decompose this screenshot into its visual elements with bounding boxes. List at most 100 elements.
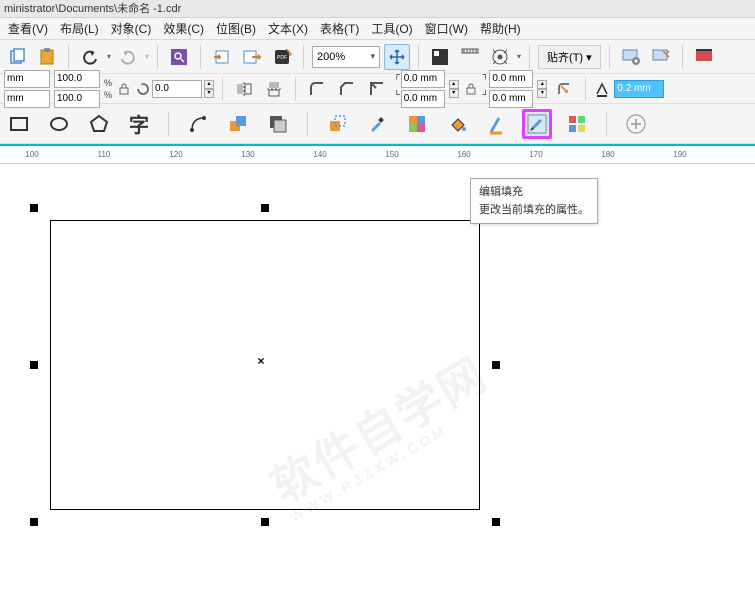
menu-bar: 查看(V) 布局(L) 对象(C) 效果(C) 位图(B) 文本(X) 表格(T…: [0, 18, 755, 40]
corner-bl-icon: └: [394, 90, 400, 108]
corner-br-field[interactable]: 0.0 mm: [489, 90, 533, 108]
eyedropper-button[interactable]: [362, 109, 392, 139]
text-tool-button[interactable]: 字: [124, 109, 154, 139]
ruler-label: 170: [529, 150, 542, 159]
corner-up-1[interactable]: ▴: [449, 80, 459, 89]
redo-dropdown-icon: ▾: [145, 52, 149, 61]
corner-tr-field[interactable]: 0.0 mm: [489, 70, 533, 88]
ruler-label: 100: [25, 150, 38, 159]
outline-width-field[interactable]: 0.2 mm: [614, 80, 664, 98]
corner-down-2[interactable]: ▾: [537, 89, 547, 98]
corner-tl-icon: ┌: [394, 70, 400, 88]
relative-corner-button[interactable]: [551, 76, 577, 102]
corner-chamfer-button[interactable]: [364, 76, 390, 102]
zoom-combobox[interactable]: 200%: [312, 46, 380, 68]
ruler-label: 120: [169, 150, 182, 159]
shape-order-button[interactable]: [263, 109, 293, 139]
mirror-v-button[interactable]: [261, 76, 287, 102]
menu-window[interactable]: 窗口(W): [419, 20, 474, 37]
pattern-fill-button[interactable]: [562, 109, 592, 139]
snap-button[interactable]: 贴齐(T) ▾: [538, 45, 601, 69]
rectangle-tool-button[interactable]: [4, 109, 34, 139]
menu-bitmap[interactable]: 位图(B): [210, 20, 262, 37]
undo-button[interactable]: [77, 44, 103, 70]
grid-dropdown-icon[interactable]: ▾: [517, 52, 521, 61]
center-marker-icon: ×: [257, 354, 264, 368]
tooltip-edit-fill: 编辑填充 更改当前填充的属性。: [470, 178, 598, 224]
angle-field[interactable]: 0.0: [152, 80, 202, 98]
pan-button[interactable]: [384, 44, 410, 70]
lock-ratio-button[interactable]: [116, 81, 132, 97]
polygon-tool-button[interactable]: [84, 109, 114, 139]
search-button[interactable]: [166, 44, 192, 70]
fill-swatch-button[interactable]: [402, 109, 432, 139]
menu-view[interactable]: 查看(V): [2, 20, 54, 37]
corner-round-button[interactable]: [304, 76, 330, 102]
undo-dropdown-icon[interactable]: ▾: [107, 52, 111, 61]
width-field[interactable]: 100.0: [54, 70, 100, 88]
presentation-button[interactable]: [691, 44, 717, 70]
tooltip-body: 更改当前填充的属性。: [479, 201, 589, 217]
ellipse-tool-button[interactable]: [44, 109, 74, 139]
ruler-label: 190: [673, 150, 686, 159]
corner-bl-field[interactable]: 0.0 mm: [401, 90, 445, 108]
corner-tr-icon: ┐: [483, 70, 489, 88]
node-tool-button[interactable]: [183, 109, 213, 139]
import-button[interactable]: [209, 44, 235, 70]
outline-color-button[interactable]: [482, 109, 512, 139]
angle-up[interactable]: ▴: [204, 80, 214, 89]
menu-table[interactable]: 表格(T): [314, 20, 365, 37]
handle-middle-right[interactable]: [492, 361, 500, 369]
outline-pen-icon: [594, 81, 610, 97]
export-button[interactable]: [239, 44, 265, 70]
launch-button[interactable]: [648, 44, 674, 70]
handle-bottom-center[interactable]: [261, 518, 269, 526]
add-button[interactable]: [621, 109, 651, 139]
handle-bottom-left[interactable]: [30, 518, 38, 526]
lock-corners-button[interactable]: [463, 81, 479, 97]
paint-bucket-button[interactable]: [442, 109, 472, 139]
angle-down[interactable]: ▾: [204, 89, 214, 98]
menu-text[interactable]: 文本(X): [262, 20, 314, 37]
handle-top-center[interactable]: [261, 204, 269, 212]
svg-text:PDF: PDF: [277, 55, 287, 61]
property-bar: mm mm 100.0 100.0 % % 0.0 ▴▾ ┌0.0 mm └0.…: [0, 74, 755, 104]
corner-tl-field[interactable]: 0.0 mm: [401, 70, 445, 88]
handle-middle-left[interactable]: [30, 361, 38, 369]
canvas-area[interactable]: 软件自学网WWW.RJZXW.COM ×: [0, 164, 755, 594]
height-field[interactable]: 100.0: [54, 90, 100, 108]
menu-layout[interactable]: 布局(L): [54, 20, 105, 37]
percent-label-1: %: [104, 78, 112, 88]
ruler-label: 180: [601, 150, 614, 159]
mirror-h-button[interactable]: [231, 76, 257, 102]
ruler-label: 160: [457, 150, 470, 159]
menu-object[interactable]: 对象(C): [105, 20, 158, 37]
transform-button[interactable]: [322, 109, 352, 139]
main-toolbar: ▾ ▾ PDF 200% ▾ 贴齐(T) ▾: [0, 40, 755, 74]
horizontal-ruler: 100110120130140150160170180190: [0, 144, 755, 164]
rotate-icon: [136, 82, 150, 96]
publish-pdf-button[interactable]: PDF: [269, 44, 295, 70]
selected-rectangle[interactable]: [50, 220, 480, 510]
paste-button[interactable]: [34, 44, 60, 70]
show-grid-button[interactable]: [487, 44, 513, 70]
ruler-label: 140: [313, 150, 326, 159]
redo-button[interactable]: [115, 44, 141, 70]
menu-help[interactable]: 帮助(H): [474, 20, 527, 37]
x-field[interactable]: mm: [4, 70, 50, 88]
copy-button[interactable]: [4, 44, 30, 70]
corner-down-1[interactable]: ▾: [449, 89, 459, 98]
handle-top-left[interactable]: [30, 204, 38, 212]
corner-br-icon: ┘: [483, 90, 489, 108]
edit-fill-button[interactable]: [522, 109, 552, 139]
menu-effect[interactable]: 效果(C): [157, 20, 210, 37]
handle-bottom-right[interactable]: [492, 518, 500, 526]
menu-tool[interactable]: 工具(O): [365, 20, 418, 37]
y-field[interactable]: mm: [4, 90, 50, 108]
options-button[interactable]: [618, 44, 644, 70]
shape-align-button[interactable]: [223, 109, 253, 139]
corner-scallop-button[interactable]: [334, 76, 360, 102]
show-rulers-button[interactable]: [457, 44, 483, 70]
fullscreen-button[interactable]: [427, 44, 453, 70]
corner-up-2[interactable]: ▴: [537, 80, 547, 89]
